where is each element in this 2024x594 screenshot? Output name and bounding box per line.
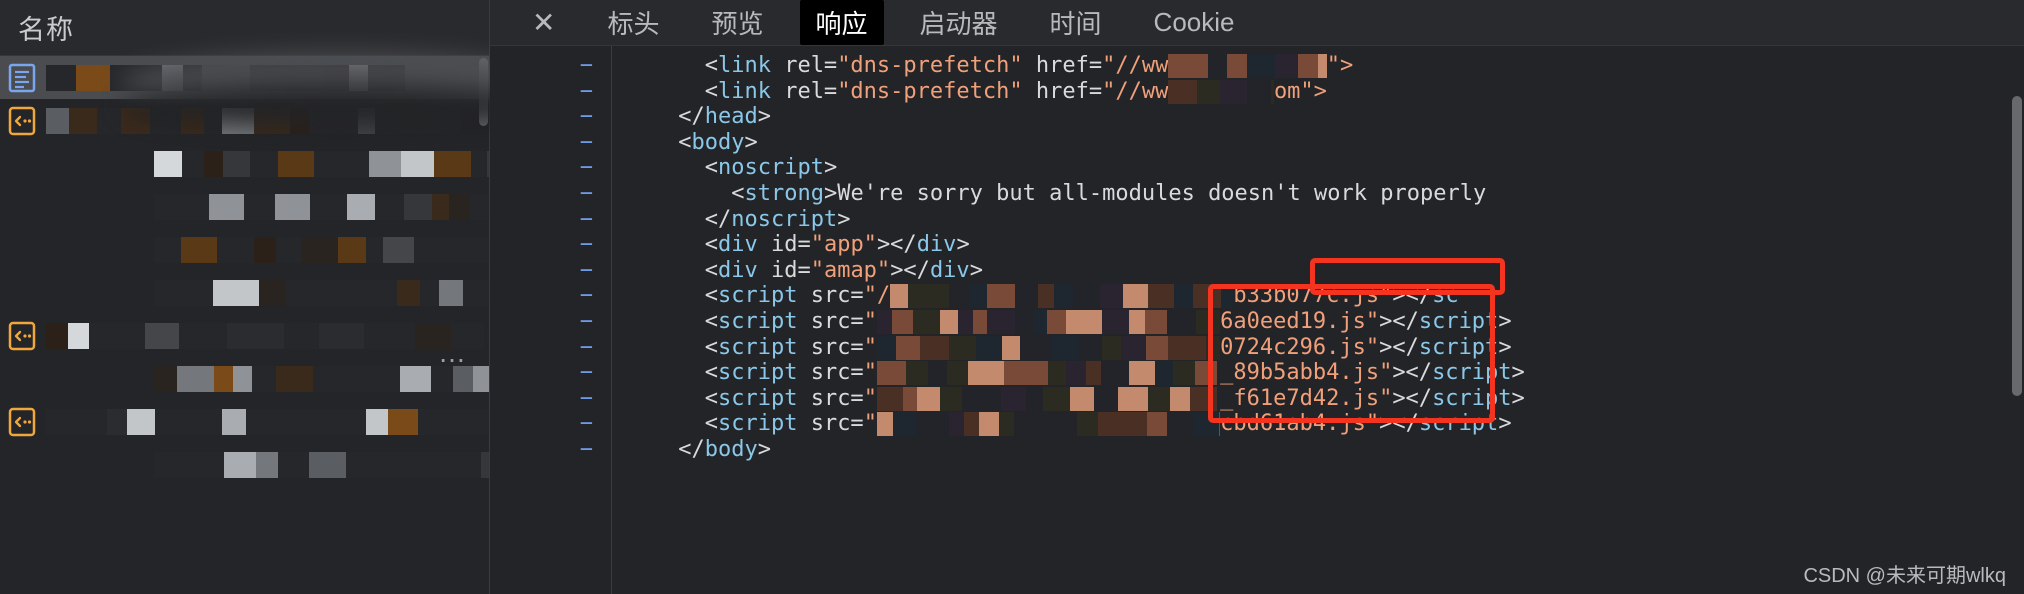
list-item[interactable] (0, 443, 490, 486)
redacted-path (876, 335, 1221, 360)
redacted-filename (46, 107, 461, 134)
blank-icon (116, 149, 146, 179)
blank-icon (116, 450, 146, 480)
fold-marker[interactable]: − (490, 360, 611, 386)
code-line: <strong>We're sorry but all-modules does… (731, 180, 1487, 206)
list-item[interactable] (0, 314, 490, 357)
network-request-sidebar[interactable]: 名称 … (0, 0, 490, 594)
redacted-path (1168, 54, 1327, 78)
response-scrollbar-thumb[interactable] (2012, 96, 2022, 396)
fold-marker[interactable]: − (490, 283, 611, 309)
redacted-path (1168, 79, 1274, 104)
sidebar-header: 名称 (0, 0, 490, 56)
blank-icon (116, 364, 146, 394)
redacted-filename (46, 64, 405, 91)
code-line: <link rel="dns-prefetch" href="//ww "> (704, 53, 1354, 78)
fold-marker[interactable]: − (490, 130, 611, 156)
tab-response-active[interactable]: 响应 (799, 0, 884, 45)
list-item[interactable] (0, 185, 490, 228)
blank-icon (116, 192, 146, 222)
fold-marker[interactable]: − (490, 335, 611, 361)
document-icon (8, 63, 38, 93)
code-line: <script src=" _f61e7d42.js"></script> (704, 385, 1525, 411)
redacted-path (876, 309, 1221, 334)
code-line: <body> (678, 129, 758, 155)
tab-item-3[interactable]: 启动器 (904, 0, 1014, 45)
code-line: <div id="amap"></div> (704, 257, 983, 283)
tab-item-4[interactable]: 时间 (1034, 0, 1118, 45)
code-line: <div id="app"></div> (704, 232, 970, 258)
code-content[interactable]: <link rel="dns-prefetch" href="//ww "> <l… (612, 46, 2024, 594)
redacted-filename (46, 322, 484, 349)
redacted-path (876, 412, 1221, 437)
js-code-icon (8, 321, 38, 351)
response-source-viewer[interactable]: − − − − − − − − − − − − − − − − <link rel="dns-prefetch… (490, 46, 2024, 594)
redacted-filename (154, 451, 490, 478)
redacted-filename (154, 236, 490, 263)
close-icon[interactable]: ✕ (524, 7, 563, 39)
redacted-filename (154, 193, 490, 220)
code-line: </body> (678, 436, 771, 462)
code-line: </head> (678, 104, 771, 130)
csdn-watermark: CSDN @未来可期wlkq (1803, 565, 2006, 587)
list-item[interactable] (0, 142, 490, 185)
blank-icon (116, 235, 146, 265)
blank-icon (116, 278, 146, 308)
code-line: <noscript> (704, 155, 838, 181)
code-line: <script src=" 6a0eed19.js"></script> (704, 308, 1512, 334)
fold-marker[interactable]: − (490, 309, 611, 335)
fold-marker[interactable]: − (490, 207, 611, 233)
list-item[interactable] (0, 228, 490, 271)
redacted-path (890, 284, 1234, 309)
fold-marker[interactable]: − (490, 258, 611, 284)
response-tabbar: ✕ 标头 预览 响应 启动器 时间 Cookie (490, 0, 2024, 46)
code-gutter[interactable]: − − − − − − − − − − − − − − − − (490, 46, 612, 594)
code-line: <script src=" cbd61ab4.js"></script> (704, 411, 1512, 437)
list-item[interactable] (0, 99, 490, 142)
fold-marker[interactable]: − (490, 155, 611, 181)
overflow-ellipsis-icon[interactable]: … (438, 339, 468, 367)
list-item[interactable] (0, 271, 490, 314)
sidebar-scrollbar-thumb[interactable] (479, 58, 488, 126)
sidebar-column-name-header[interactable]: 名称 (18, 8, 74, 47)
js-code-icon (8, 407, 38, 437)
fold-marker[interactable]: − (490, 437, 611, 463)
code-line: <script src=" 0724c296.js"></script> (704, 334, 1512, 360)
devtools-window: 名称 … ✕ 标头 预览 响应 启动器 时间 Cookie − − − − − − − − − − − − − − −… (0, 0, 2024, 594)
redacted-path (876, 361, 1221, 386)
list-item[interactable] (0, 357, 490, 400)
redacted-filename (154, 365, 490, 392)
response-pane: ✕ 标头 预览 响应 启动器 时间 Cookie − − − − − − − − − − − − − − − − <li… (490, 0, 2024, 594)
js-code-icon (8, 106, 38, 136)
redacted-path (876, 386, 1221, 411)
code-line: <link rel="dns-prefetch" href="//ww om"> (704, 78, 1327, 104)
tab-item-0[interactable]: 标头 (591, 0, 675, 45)
fold-marker[interactable]: − (490, 232, 611, 258)
tab-item-1[interactable]: 预览 (695, 0, 779, 45)
fold-marker[interactable]: − (490, 181, 611, 207)
redacted-filename (154, 279, 490, 306)
fold-marker[interactable]: − (490, 53, 611, 79)
fold-marker[interactable]: − (490, 411, 611, 437)
fold-marker[interactable]: − (490, 386, 611, 412)
code-line: <script src=" _89b5abb4.js"></script> (704, 360, 1525, 386)
list-item[interactable] (0, 400, 490, 443)
list-item[interactable] (0, 56, 490, 99)
tab-item-5[interactable]: Cookie (1138, 3, 1251, 42)
fold-marker[interactable]: − (490, 79, 611, 105)
fold-marker[interactable]: − (490, 104, 611, 130)
code-line: </noscript> (704, 206, 851, 232)
redacted-filename (46, 408, 490, 435)
code-line: <script src="/b33b077c.js"></sc (704, 283, 1459, 309)
request-list[interactable] (0, 56, 490, 486)
redacted-filename (154, 150, 490, 177)
